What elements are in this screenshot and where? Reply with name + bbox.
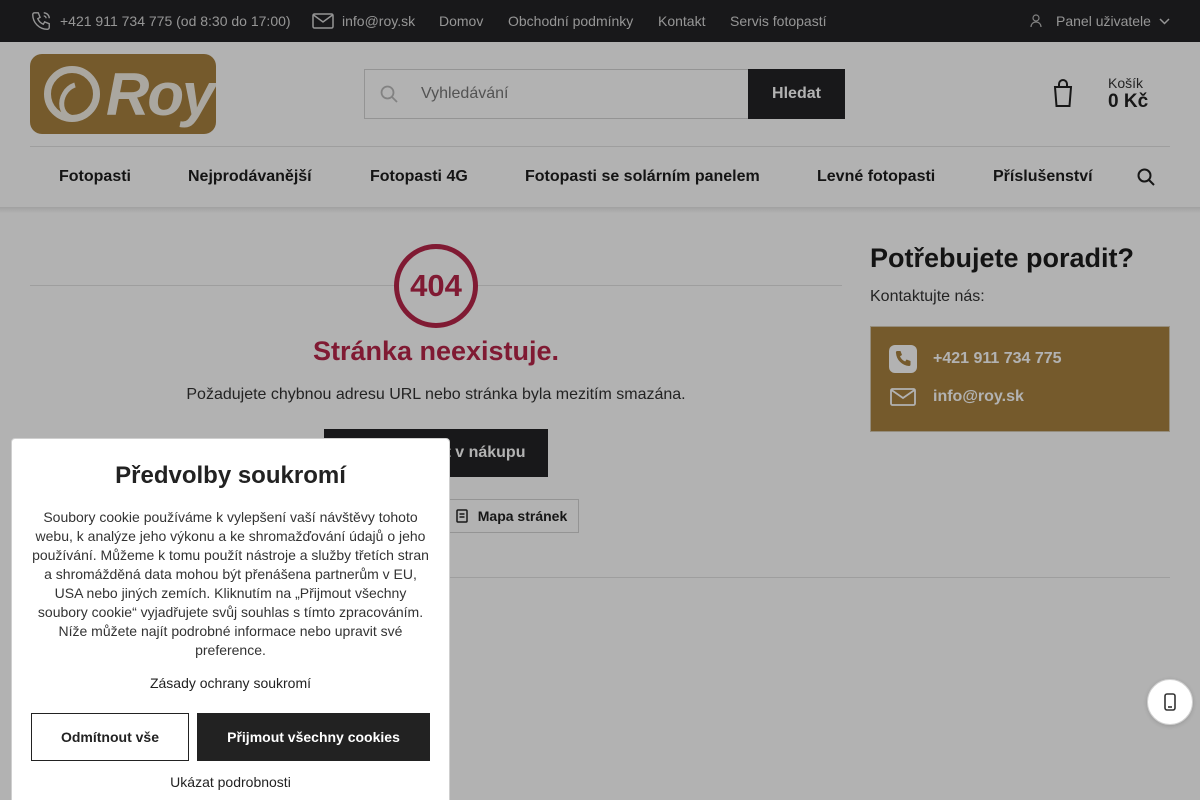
- contact-box: +421 911 734 775 info@roy.sk: [870, 326, 1170, 432]
- show-details-link[interactable]: Ukázat podrobnosti: [12, 774, 449, 790]
- logo-text: Roy: [106, 61, 215, 128]
- cart-label[interactable]: Košík: [1108, 75, 1143, 91]
- search-button[interactable]: Hledat: [748, 69, 845, 119]
- reject-all-button[interactable]: Odmítnout vše: [31, 713, 189, 761]
- site-logo[interactable]: Roy: [30, 54, 216, 134]
- topbar-link-servis[interactable]: Servis fotopastí: [730, 0, 827, 42]
- nav-item-fotopasti-4g[interactable]: Fotopasti 4G: [370, 147, 468, 207]
- contact-phone[interactable]: +421 911 734 775: [889, 345, 1062, 373]
- cart-icon[interactable]: [1052, 78, 1074, 108]
- topbar-email-text: info@roy.sk: [342, 13, 416, 29]
- phone-icon: [889, 345, 917, 373]
- sitemap-icon: [456, 509, 468, 523]
- accept-all-button[interactable]: Přijmout všechny cookies: [197, 713, 430, 761]
- mail-icon: [890, 388, 916, 406]
- search-input[interactable]: [409, 70, 747, 118]
- nav-item-fotopasti[interactable]: Fotopasti: [59, 147, 131, 207]
- cookie-consent-dialog: Předvolby soukromí Soubory cookie použív…: [11, 438, 450, 800]
- sidebar-title: Potřebujete poradit?: [870, 243, 1135, 273]
- error-code-badge: 404: [394, 244, 478, 328]
- phone-icon: [32, 12, 50, 30]
- search-bar: Hledat: [364, 69, 845, 119]
- chevron-down-icon: [1159, 17, 1170, 25]
- nav-item-prislusenstvi[interactable]: Příslušenství: [993, 147, 1093, 207]
- privacy-policy-link[interactable]: Zásady ochrany soukromí: [12, 675, 449, 691]
- main-navigation: Fotopasti Nejprodávanější Fotopasti 4G F…: [30, 146, 1170, 207]
- topbar-link-domov[interactable]: Domov: [439, 0, 483, 42]
- nav-item-levne[interactable]: Levné fotopasti: [817, 147, 935, 207]
- cookie-text: Soubory cookie používáme k vylepšení vaš…: [32, 509, 429, 658]
- error-description: Požadujete chybnou adresu URL nebo strán…: [186, 386, 686, 403]
- user-panel-label: Panel uživatele: [1056, 13, 1151, 29]
- top-bar: +421 911 734 775 (od 8:30 do 17:00) info…: [0, 0, 1200, 42]
- topbar-phone[interactable]: +421 911 734 775 (od 8:30 do 17:00): [30, 0, 291, 42]
- cart-total[interactable]: 0 Kč: [1108, 91, 1148, 113]
- contact-email[interactable]: info@roy.sk: [889, 387, 1024, 407]
- topbar-phone-text: +421 911 734 775 (od 8:30 do 17:00): [60, 13, 291, 29]
- cookie-title: Předvolby soukromí: [115, 462, 346, 489]
- sitemap-button[interactable]: Mapa stránek: [444, 499, 579, 533]
- sitemap-label: Mapa stránek: [477, 508, 568, 524]
- nav-item-nejprodavanejsi[interactable]: Nejprodávanější: [188, 147, 312, 207]
- sidebar-subtitle: Kontaktujte nás:: [870, 288, 985, 305]
- topbar-link-obchodni-podminky[interactable]: Obchodní podmínky: [508, 0, 633, 42]
- user-icon: [1030, 14, 1042, 28]
- nav-item-solarni[interactable]: Fotopasti se solárním panelem: [525, 147, 760, 207]
- user-panel-menu[interactable]: Panel uživatele: [1030, 0, 1170, 42]
- nav-shadow: [0, 207, 1200, 213]
- nav-search-icon[interactable]: [1136, 167, 1156, 187]
- floating-action-button[interactable]: [1147, 679, 1193, 725]
- contact-phone-text: +421 911 734 775: [933, 350, 1062, 367]
- chat-icon: [1164, 693, 1176, 711]
- error-title: Stránka neexistuje.: [312, 336, 560, 366]
- topbar-email[interactable]: info@roy.sk: [312, 0, 415, 42]
- mail-icon: [312, 13, 334, 29]
- topbar-link-kontakt[interactable]: Kontakt: [658, 0, 705, 42]
- contact-email-text: info@roy.sk: [933, 388, 1024, 405]
- logo-mark: [44, 66, 100, 122]
- search-icon: [380, 85, 398, 103]
